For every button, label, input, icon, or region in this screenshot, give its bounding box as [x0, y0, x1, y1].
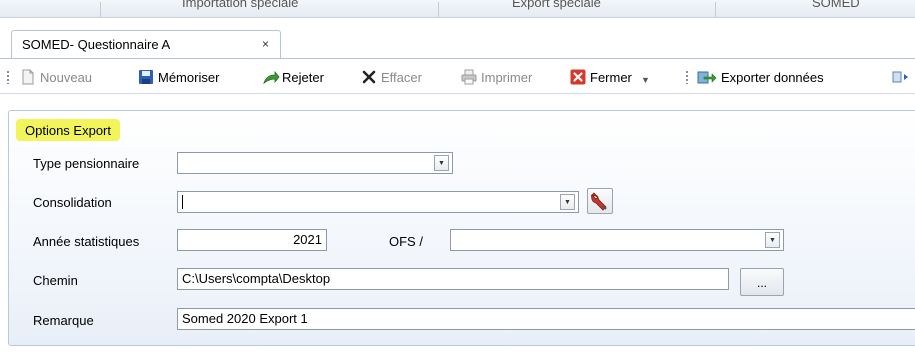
- annee-statistiques-value: 2021: [293, 232, 322, 247]
- fermer-button[interactable]: Fermer: [570, 67, 632, 87]
- strip-separator: [438, 2, 439, 17]
- strip-separator: [715, 2, 716, 17]
- memoriser-label: Mémoriser: [158, 69, 220, 85]
- tab-row: SOMED- Questionnaire A ×: [0, 18, 915, 58]
- tab-somed-questionnaire[interactable]: SOMED- Questionnaire A ×: [11, 30, 281, 58]
- toolbar-overflow-icon[interactable]: ▼: [641, 75, 650, 85]
- strip-item-import[interactable]: Importation spéciale: [182, 0, 298, 10]
- strip-item-export[interactable]: Export spéciale: [512, 0, 601, 10]
- chemin-label: Chemin: [33, 273, 78, 288]
- type-pensionnaire-label: Type pensionnaire: [33, 156, 140, 171]
- chemin-value: C:\Users\compta\Desktop: [182, 271, 331, 286]
- new-document-icon: [20, 69, 36, 85]
- chevron-down-icon[interactable]: ▼: [560, 194, 575, 210]
- strip-item-somed[interactable]: SOMED: [812, 0, 860, 10]
- consolidation-select[interactable]: [177, 191, 579, 213]
- tab-close-icon[interactable]: ×: [262, 37, 269, 51]
- delete-x-icon: [361, 69, 377, 85]
- wrench-settings-button[interactable]: [587, 188, 613, 214]
- toolbar-grip[interactable]: [7, 70, 9, 84]
- consolidation-label: Consolidation: [33, 195, 112, 210]
- top-menu-strip: Importation spéciale Export spéciale SOM…: [0, 0, 915, 18]
- chemin-input[interactable]: C:\Users\compta\Desktop: [177, 268, 729, 290]
- nouveau-label: Nouveau: [40, 69, 93, 85]
- imprimer-button[interactable]: Imprimer: [461, 67, 532, 87]
- type-pensionnaire-select[interactable]: [177, 152, 453, 174]
- rejeter-label: Rejeter: [282, 69, 324, 85]
- chevron-down-icon[interactable]: ▼: [434, 155, 449, 171]
- remarque-input[interactable]: Somed 2020 Export 1: [177, 308, 915, 330]
- wrench-icon: [590, 192, 607, 211]
- effacer-label: Effacer: [381, 69, 422, 85]
- remarque-value: Somed 2020 Export 1: [182, 311, 308, 326]
- annee-statistiques-label: Année statistiques: [33, 234, 140, 249]
- close-red-icon: [570, 69, 586, 85]
- fermer-label: Fermer: [590, 69, 632, 85]
- browse-button[interactable]: ...: [740, 268, 784, 296]
- ofs-select[interactable]: [450, 229, 784, 251]
- toolbar-grip[interactable]: [686, 70, 688, 84]
- nouveau-button[interactable]: Nouveau: [20, 67, 92, 87]
- ofs-label: OFS /: [389, 234, 423, 249]
- reject-arrow-icon: [262, 69, 280, 85]
- rejeter-button[interactable]: Rejeter: [262, 67, 324, 87]
- toolbar: Nouveau Mémoriser Rejeter Effacer Imprim…: [0, 58, 915, 94]
- text-cursor: [182, 195, 183, 209]
- options-export-legend: Options Export: [16, 119, 120, 141]
- exporter-label: Exporter données: [721, 69, 824, 85]
- annee-statistiques-input[interactable]: 2021: [177, 229, 327, 251]
- memoriser-button[interactable]: Mémoriser: [138, 67, 219, 87]
- export-data-icon: [697, 69, 717, 85]
- more-button[interactable]: [892, 67, 912, 87]
- arrow-right-icon: [892, 69, 908, 85]
- printer-icon: [461, 69, 477, 85]
- save-disk-icon: [138, 69, 154, 85]
- chevron-down-icon[interactable]: ▼: [765, 232, 780, 248]
- imprimer-label: Imprimer: [481, 69, 533, 85]
- remarque-label: Remarque: [33, 313, 94, 328]
- exporter-button[interactable]: Exporter données: [697, 67, 824, 87]
- effacer-button[interactable]: Effacer: [361, 67, 422, 87]
- tab-label: SOMED- Questionnaire A: [22, 37, 171, 52]
- strip-separator: [100, 2, 101, 17]
